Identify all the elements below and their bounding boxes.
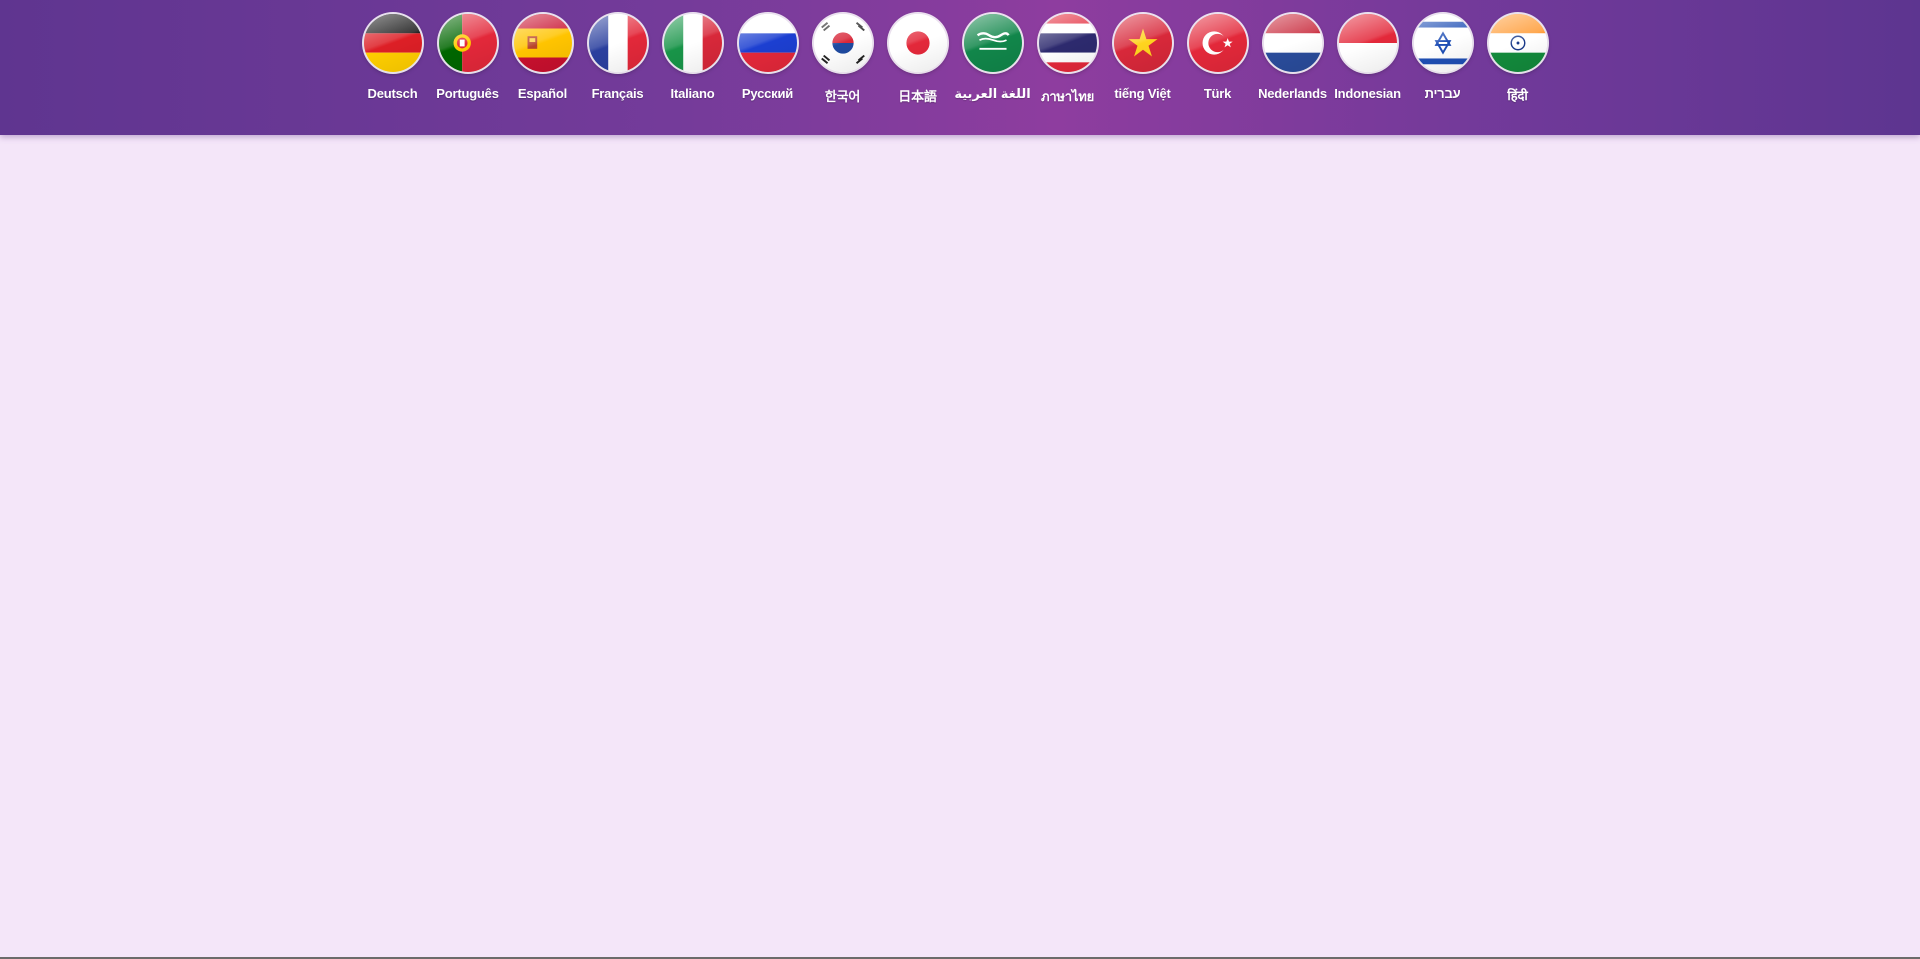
language-label: Türk — [1203, 86, 1232, 101]
portugal-flag-icon — [438, 14, 497, 72]
netherlands-flag-icon — [1263, 14, 1322, 72]
vietnam-flag-icon — [1113, 14, 1172, 72]
language-option-indonesian[interactable]: Indonesian — [1330, 14, 1405, 107]
language-label: Deutsch — [367, 86, 418, 101]
language-label: Português — [436, 86, 499, 101]
spain-flag-icon — [513, 14, 572, 72]
korea-flag-icon — [813, 14, 872, 72]
language-option-thai[interactable]: ภาษาไทย — [1030, 14, 1105, 107]
language-option-arabic[interactable]: اللغة العربية — [954, 14, 1031, 107]
language-option-hebrew[interactable]: עברית — [1405, 14, 1480, 107]
italy-flag-icon — [663, 14, 722, 72]
language-label: हिंदी — [1507, 88, 1528, 103]
main-content-area — [0, 135, 1920, 957]
language-selector: Deutsch Português Español Français Itali… — [355, 14, 1555, 107]
indonesia-flag-icon — [1338, 14, 1397, 72]
israel-flag-icon — [1413, 14, 1472, 72]
language-option-russkiy[interactable]: Русский — [730, 14, 805, 107]
language-option-japanese[interactable]: 日本語 — [880, 14, 955, 107]
language-option-nederlands[interactable]: Nederlands — [1255, 14, 1330, 107]
language-label: tiếng Việt — [1114, 86, 1171, 101]
saudi-arabia-flag-icon — [963, 14, 1022, 72]
language-option-italiano[interactable]: Italiano — [655, 14, 730, 107]
language-label: 한국어 — [824, 89, 861, 104]
turkey-flag-icon — [1188, 14, 1247, 72]
language-label: Español — [517, 86, 568, 101]
language-label: ภาษาไทย — [1040, 89, 1095, 104]
language-label: עברית — [1424, 86, 1461, 101]
language-option-hindi[interactable]: हिंदी — [1480, 14, 1555, 107]
japan-flag-icon — [888, 14, 947, 72]
language-option-deutsch[interactable]: Deutsch — [355, 14, 430, 107]
germany-flag-icon — [363, 14, 422, 72]
language-label: Русский — [741, 86, 794, 101]
language-label: Indonesian — [1334, 86, 1401, 101]
india-flag-icon — [1488, 14, 1547, 72]
language-label: 日本語 — [898, 89, 937, 104]
language-option-turk[interactable]: Türk — [1180, 14, 1255, 107]
language-label: Français — [591, 86, 644, 101]
language-label: اللغة العربية — [954, 86, 1031, 101]
language-option-portugues[interactable]: Português — [430, 14, 505, 107]
france-flag-icon — [588, 14, 647, 72]
language-option-korean[interactable]: 한국어 — [805, 14, 880, 107]
language-option-vietnamese[interactable]: tiếng Việt — [1105, 14, 1180, 107]
language-label: Italiano — [670, 86, 715, 101]
thailand-flag-icon — [1038, 14, 1097, 72]
language-label: Nederlands — [1258, 86, 1327, 101]
russia-flag-icon — [738, 14, 797, 72]
language-header-bar: Deutsch Português Español Français Itali… — [0, 0, 1920, 135]
language-option-espanol[interactable]: Español — [505, 14, 580, 107]
language-option-francais[interactable]: Français — [580, 14, 655, 107]
